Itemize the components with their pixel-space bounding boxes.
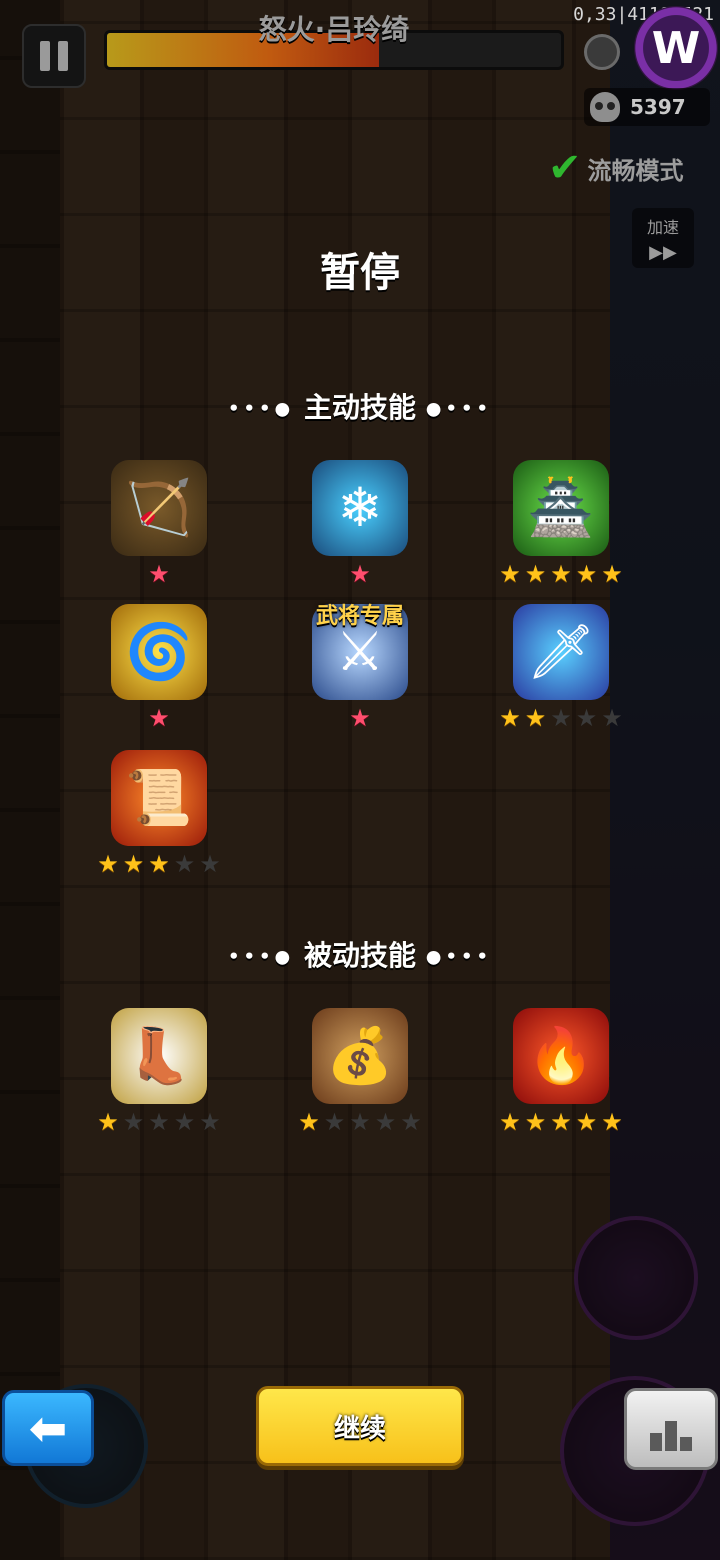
star-icon: ★ bbox=[575, 704, 598, 732]
pause-button[interactable] bbox=[22, 24, 86, 88]
star-icon: ★ bbox=[374, 1108, 397, 1136]
star-rating: ★ bbox=[148, 562, 170, 586]
skill-slot[interactable]: 🗡 ★ ★ ★ ★ ★ bbox=[486, 604, 636, 734]
back-button[interactable]: ⬅ bbox=[2, 1390, 94, 1466]
w-logo-icon[interactable]: W bbox=[634, 6, 718, 90]
skill-slot[interactable]: 📜 ★ ★ ★ ★ ★ bbox=[84, 750, 234, 880]
star-icon: ★ bbox=[601, 560, 623, 588]
skill-slot[interactable]: 🔥 ★ ★ ★ ★ ★ bbox=[486, 1008, 636, 1138]
boss-name: 怒火·吕玲绮 bbox=[258, 13, 410, 46]
star-icon: ★ bbox=[298, 1108, 320, 1136]
star-icon: ★ bbox=[148, 560, 170, 588]
continue-button[interactable]: 继续 bbox=[256, 1386, 464, 1466]
skill-slot[interactable]: ❄ ★ bbox=[285, 460, 435, 590]
active-skills-heading: •••● 主动技能 ●••• bbox=[228, 391, 492, 424]
skill-slot[interactable]: 💰 ★ ★ ★ ★ ★ bbox=[285, 1008, 435, 1138]
star-icon: ★ bbox=[323, 1108, 346, 1136]
fire-scroll-icon: 📜 bbox=[111, 750, 207, 846]
star-icon: ★ bbox=[524, 704, 547, 732]
star-icon: ★ bbox=[148, 704, 170, 732]
crossbow-icon: 🏹 bbox=[111, 460, 207, 556]
skull-icon bbox=[590, 92, 620, 122]
kill-counter: 5397 bbox=[584, 88, 710, 126]
poison-tower-icon: 🏯 bbox=[513, 460, 609, 556]
star-icon: ★ bbox=[97, 850, 119, 878]
star-icon: ★ bbox=[550, 1108, 572, 1136]
star-rating: ★ ★ ★ ★ ★ bbox=[499, 706, 623, 730]
star-rating: ★ ★ ★ ★ ★ bbox=[499, 1110, 623, 1134]
star-icon: ★ bbox=[499, 704, 521, 732]
kill-count: 5397 bbox=[630, 95, 686, 119]
star-icon: ★ bbox=[349, 704, 371, 732]
star-icon: ★ bbox=[199, 850, 221, 878]
money-bag-icon: 💰 bbox=[312, 1008, 408, 1104]
speed-label: 加速 bbox=[646, 218, 679, 237]
passive-skills-heading: •••● 被动技能 ●••• bbox=[228, 939, 492, 972]
star-rating: ★ ★ ★ ★ ★ bbox=[298, 1110, 422, 1134]
star-icon: ★ bbox=[173, 1108, 196, 1136]
star-icon: ★ bbox=[575, 560, 598, 588]
rank-button[interactable] bbox=[624, 1388, 718, 1470]
star-icon: ★ bbox=[97, 1108, 119, 1136]
star-icon: ★ bbox=[601, 704, 623, 732]
star-rating: ★ bbox=[349, 706, 371, 730]
star-icon: ★ bbox=[349, 560, 371, 588]
fire-orb-icon: 🔥 bbox=[513, 1008, 609, 1104]
twin-swords-icon: 🗡 bbox=[513, 604, 609, 700]
pause-title: 暂停 bbox=[320, 250, 400, 296]
star-rating: ★ ★ ★ ★ ★ bbox=[499, 562, 623, 586]
star-icon: ★ bbox=[148, 850, 170, 878]
checkmark-icon: ✔ bbox=[548, 145, 582, 191]
star-icon: ★ bbox=[550, 560, 572, 588]
boots-icon: 👢 bbox=[111, 1008, 207, 1104]
star-icon: ★ bbox=[575, 1108, 598, 1136]
skill-slot[interactable]: 🏯 ★ ★ ★ ★ ★ bbox=[486, 460, 636, 590]
star-icon: ★ bbox=[601, 1108, 623, 1136]
smooth-mode-toggle[interactable]: ✔ 流畅模式 bbox=[548, 148, 684, 188]
star-icon: ★ bbox=[499, 560, 521, 588]
golden-ring-icon: 🌀 bbox=[111, 604, 207, 700]
skill-slot[interactable]: 👢 ★ ★ ★ ★ ★ bbox=[84, 1008, 234, 1138]
exclusive-label: 武将专属 bbox=[315, 604, 404, 629]
star-rating: ★ ★ ★ ★ ★ bbox=[97, 1110, 221, 1134]
star-icon: ★ bbox=[524, 1108, 547, 1136]
active-skills-label: 主动技能 bbox=[303, 391, 416, 424]
star-icon: ★ bbox=[349, 1108, 371, 1136]
ice-bow-icon: ❄ bbox=[312, 460, 408, 556]
star-icon: ★ bbox=[199, 1108, 221, 1136]
star-icon: ★ bbox=[550, 704, 572, 732]
star-rating: ★ ★ ★ ★ ★ bbox=[97, 852, 221, 876]
coin-icon bbox=[584, 34, 620, 70]
star-icon: ★ bbox=[400, 1108, 422, 1136]
star-rating: ★ bbox=[349, 562, 371, 586]
passive-skills-label: 被动技能 bbox=[303, 939, 416, 972]
star-icon: ★ bbox=[173, 850, 196, 878]
star-icon: ★ bbox=[524, 560, 547, 588]
podium-icon bbox=[650, 1433, 662, 1451]
smooth-mode-label: 流畅模式 bbox=[587, 156, 684, 185]
skill-slot[interactable]: 🌀 ★ bbox=[84, 604, 234, 734]
skill-slot[interactable]: 🏹 ★ bbox=[84, 460, 234, 590]
arrow-left-icon: ⬅ bbox=[28, 1401, 68, 1455]
star-icon: ★ bbox=[122, 1108, 145, 1136]
star-rating: ★ bbox=[148, 706, 170, 730]
star-icon: ★ bbox=[122, 850, 145, 878]
star-icon: ★ bbox=[499, 1108, 521, 1136]
star-icon: ★ bbox=[148, 1108, 170, 1136]
